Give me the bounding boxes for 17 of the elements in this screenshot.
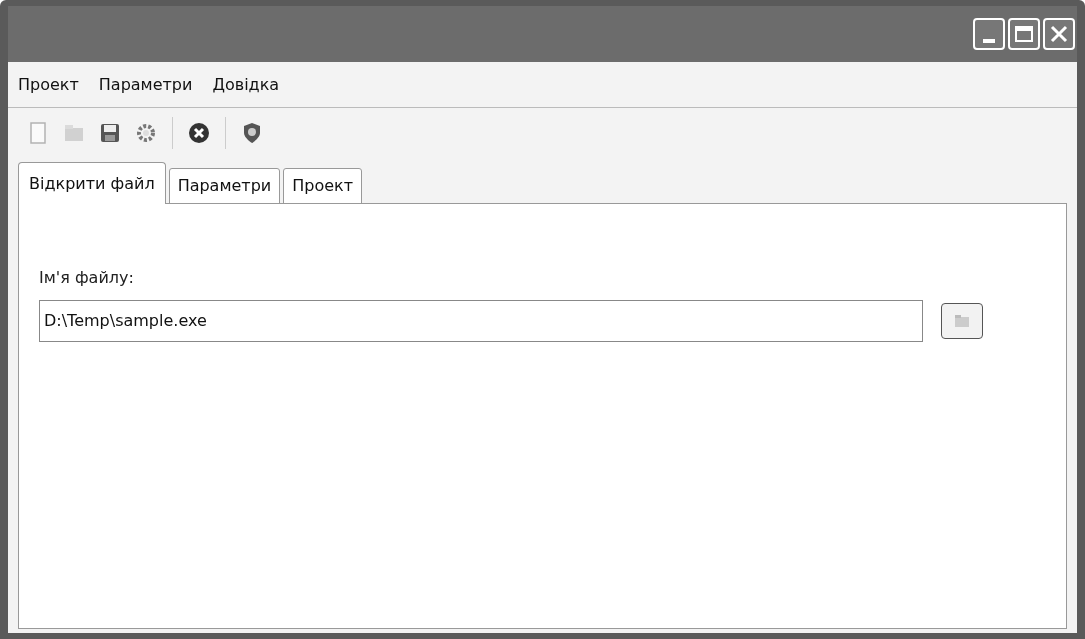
minimize-icon <box>983 39 995 43</box>
menu-item[interactable]: Параметри <box>98 72 193 97</box>
tab[interactable]: Проект <box>283 168 363 204</box>
minimize-button[interactable] <box>973 18 1005 50</box>
close-button[interactable] <box>1043 18 1075 50</box>
tab[interactable]: Параметри <box>168 168 281 204</box>
maximize-button[interactable] <box>1008 18 1040 50</box>
round-x-icon <box>186 120 212 146</box>
maximize-icon <box>1015 26 1033 42</box>
tab[interactable]: Відкрити файл <box>18 162 166 204</box>
folder-icon <box>954 314 970 328</box>
menu-item[interactable]: Довідка <box>212 72 280 97</box>
file-name-field[interactable]: D:\Temp\sample.exe <box>39 300 923 342</box>
field-label: Ім'я файлу: <box>39 267 135 289</box>
close-icon <box>1050 25 1068 43</box>
menu-item[interactable]: Проект <box>18 72 79 97</box>
browse-button[interactable] <box>941 303 983 339</box>
